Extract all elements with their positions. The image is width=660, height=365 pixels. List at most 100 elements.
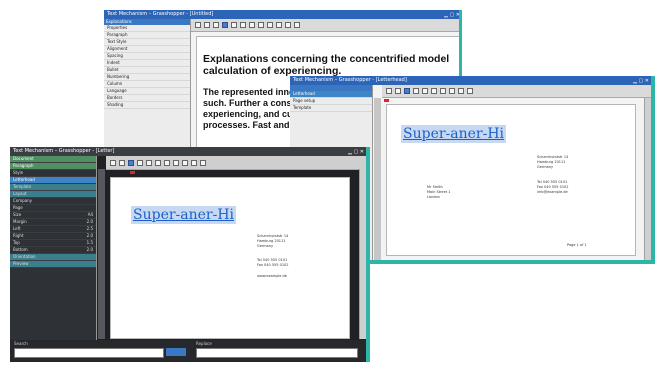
open-icon[interactable]: [395, 88, 401, 94]
list-item[interactable]: Orientation: [10, 254, 96, 261]
print-icon[interactable]: [413, 88, 419, 94]
list-item-value[interactable]: 2.0: [87, 233, 93, 239]
list-item-label: Company: [13, 198, 33, 203]
list-item[interactable]: Numbering: [104, 74, 190, 81]
list-item-label: Letterhead: [13, 177, 35, 182]
bold-icon[interactable]: [222, 22, 228, 28]
bottom-panel: Search Replace: [10, 340, 366, 362]
list-item-value[interactable]: A4: [88, 212, 93, 218]
list-item[interactable]: Right 2.0: [10, 233, 96, 240]
list-item[interactable]: Language: [104, 88, 190, 95]
list-item[interactable]: Top 1.5: [10, 240, 96, 247]
align-right-icon[interactable]: [267, 22, 273, 28]
redo-icon[interactable]: [182, 159, 188, 166]
list-item[interactable]: Spacing: [104, 53, 190, 60]
list-item[interactable]: Alignment: [104, 46, 190, 53]
list-item[interactable]: Bottom 2.0: [10, 247, 96, 254]
brand-logo-text: Super-aner-Hi: [131, 206, 237, 224]
list-item-label: Left: [13, 226, 21, 231]
list-item[interactable]: Template: [290, 105, 372, 112]
copy-icon[interactable]: [431, 88, 437, 94]
zoom-icon[interactable]: [467, 88, 473, 94]
indent-icon[interactable]: [285, 22, 291, 28]
save-icon[interactable]: [213, 22, 219, 28]
recipient-block: Mr Smith Main Street 1 London: [427, 185, 450, 200]
table-icon[interactable]: [294, 22, 300, 28]
list-item[interactable]: Preview: [10, 261, 96, 268]
open-icon[interactable]: [119, 159, 125, 166]
search-button[interactable]: [166, 348, 186, 356]
list-item[interactable]: Bullet: [104, 67, 190, 74]
align-left-icon[interactable]: [249, 22, 255, 28]
replace-input[interactable]: [196, 348, 358, 358]
list-item-value[interactable]: 1.5: [87, 240, 93, 246]
list-item[interactable]: Layout: [10, 191, 96, 198]
list-item-value[interactable]: 2.0: [87, 219, 93, 225]
contact-block: Tel 040 555 0101 Fax 040 555 0102 info@e…: [537, 180, 569, 195]
list-item[interactable]: Shading: [104, 102, 190, 109]
save-icon[interactable]: [128, 159, 134, 166]
list-item[interactable]: Page setup: [290, 98, 372, 105]
zoom-icon[interactable]: [191, 159, 197, 166]
front-window-titlebar: Text Mechanism – Grasshopper - [Letter] …: [10, 147, 366, 156]
front-panel-list: Document Paragraph Style Letterhead Temp…: [10, 156, 96, 268]
list-item[interactable]: Company: [10, 198, 96, 205]
list-item[interactable]: Paragraph: [104, 32, 190, 39]
copy-icon[interactable]: [155, 159, 161, 166]
open-icon[interactable]: [204, 22, 210, 28]
list-item[interactable]: Properties: [104, 25, 190, 32]
contact-line: info@example.de: [537, 190, 568, 194]
new-doc-icon[interactable]: [195, 22, 201, 28]
address-line: Germany: [257, 244, 274, 248]
list-item[interactable]: Page: [10, 205, 96, 212]
paste-icon[interactable]: [164, 159, 170, 166]
list-item[interactable]: Size A4: [10, 212, 96, 219]
list-icon[interactable]: [276, 22, 282, 28]
list-item-label: Page: [13, 205, 23, 210]
front-window: Text Mechanism – Grasshopper - [Letter] …: [10, 147, 370, 362]
list-item[interactable]: Borders: [104, 95, 190, 102]
list-item-label: Style: [13, 170, 24, 175]
underline-icon[interactable]: [240, 22, 246, 28]
list-item[interactable]: Template: [10, 184, 96, 191]
list-item[interactable]: Letterhead: [10, 177, 96, 184]
print-icon[interactable]: [137, 159, 143, 166]
brand-logo-text: Super-aner-Hi: [401, 125, 507, 143]
list-item[interactable]: Text Style: [104, 39, 190, 46]
new-doc-icon[interactable]: [110, 159, 116, 166]
address-line: Germany: [537, 165, 554, 169]
vertical-scrollbar[interactable]: [644, 98, 651, 260]
cut-icon[interactable]: [422, 88, 428, 94]
italic-icon[interactable]: [231, 22, 237, 28]
front-window-title: Text Mechanism – Grasshopper - [Letter]: [13, 148, 115, 154]
undo-icon[interactable]: [173, 159, 179, 166]
grid-icon[interactable]: [200, 159, 206, 166]
list-item[interactable]: Indent: [104, 60, 190, 67]
front-red-marker-icon: [130, 171, 135, 174]
list-item-label: Right: [13, 233, 24, 238]
align-center-icon[interactable]: [258, 22, 264, 28]
save-icon[interactable]: [404, 88, 410, 94]
paste-icon[interactable]: [440, 88, 446, 94]
list-item[interactable]: Left 2.5: [10, 226, 96, 233]
list-item[interactable]: Document: [10, 156, 96, 163]
vertical-ruler: [98, 169, 105, 339]
list-item[interactable]: Letterhead: [290, 91, 372, 98]
search-input[interactable]: [14, 348, 164, 358]
list-item[interactable]: Margin 2.0: [10, 219, 96, 226]
new-doc-icon[interactable]: [386, 88, 392, 94]
front-document-page[interactable]: Super-aner-Hi Scharnhorststr 14 Hamburg …: [110, 177, 350, 339]
mid-toolbar: [382, 85, 651, 98]
list-item-value[interactable]: 2.5: [87, 226, 93, 232]
list-item[interactable]: Paragraph: [10, 163, 96, 170]
undo-icon[interactable]: [449, 88, 455, 94]
mid-panel-list: Letterhead Page setup Template: [290, 91, 372, 112]
list-item[interactable]: Column: [104, 81, 190, 88]
list-item-label: Paragraph: [13, 163, 34, 168]
list-item-value[interactable]: 2.0: [87, 247, 93, 253]
list-item[interactable]: Style: [10, 170, 96, 177]
redo-icon[interactable]: [458, 88, 464, 94]
cut-icon[interactable]: [146, 159, 152, 166]
mid-document-page[interactable]: Super-aner-Hi Scharnhorststr 14 Hamburg …: [386, 104, 636, 256]
vertical-scrollbar[interactable]: [359, 169, 366, 339]
